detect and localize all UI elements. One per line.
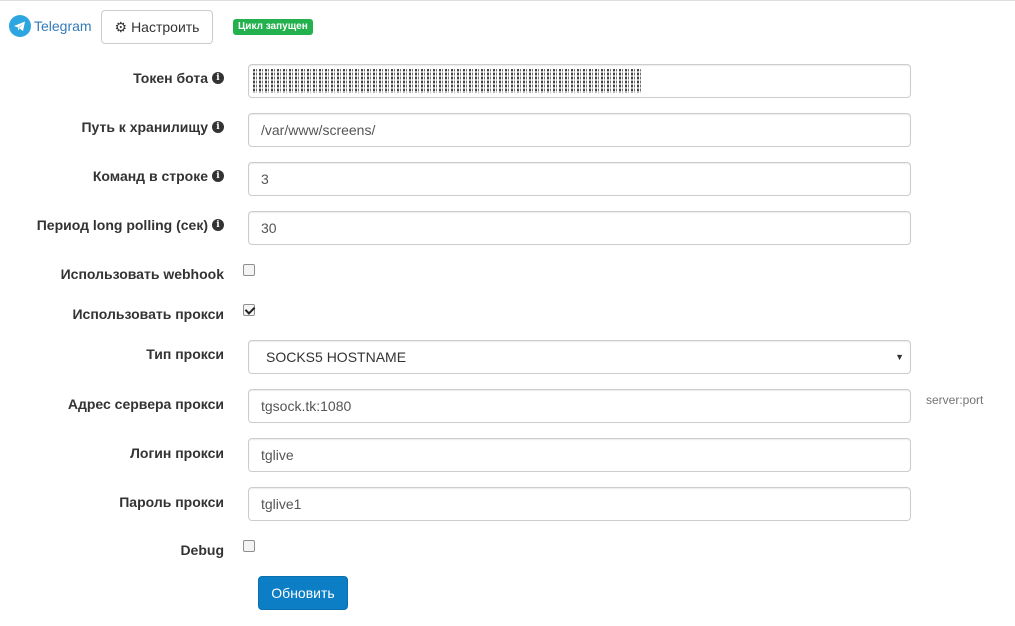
status-badge: Цикл запущен xyxy=(233,19,313,35)
info-icon[interactable]: i xyxy=(212,72,224,84)
proxy-login-input[interactable] xyxy=(248,438,911,472)
use-proxy-checkbox[interactable] xyxy=(243,304,255,316)
proxy-type-label: Тип прокси xyxy=(146,346,224,362)
token-label: Токен бота xyxy=(133,70,208,86)
proxy-login-label-row: Логин прокси xyxy=(130,445,224,461)
proxy-login-label: Логин прокси xyxy=(130,445,224,461)
proxy-address-label-row: Адрес сервера прокси xyxy=(68,396,224,412)
storage-path-label-row: Путь к хранилищу i xyxy=(81,119,224,135)
commands-per-row-input[interactable] xyxy=(248,162,911,196)
proxy-password-label-row: Пароль прокси xyxy=(119,494,224,510)
configure-label: Настроить xyxy=(131,19,200,35)
proxy-address-help: server:port xyxy=(926,393,984,407)
top-divider xyxy=(0,0,1015,1)
info-icon[interactable]: i xyxy=(212,170,224,182)
redacted-token-mark xyxy=(253,69,641,93)
proxy-type-value: SOCKS5 HOSTNAME xyxy=(266,349,407,365)
commands-per-row-label: Команд в строке xyxy=(92,168,208,184)
token-label-row: Токен бота i xyxy=(133,70,224,86)
telegram-logo-icon xyxy=(9,15,31,37)
proxy-type-label-row: Тип прокси xyxy=(146,346,224,362)
gear-icon: ⚙ xyxy=(114,19,128,35)
telegram-link[interactable]: Telegram xyxy=(9,15,92,37)
debug-label-row: Debug xyxy=(180,542,224,558)
proxy-type-select[interactable]: SOCKS5 HOSTNAME ▼ xyxy=(248,340,911,374)
storage-path-label: Путь к хранилищу xyxy=(81,119,208,135)
info-icon[interactable]: i xyxy=(212,121,224,133)
proxy-password-label: Пароль прокси xyxy=(119,494,224,510)
use-proxy-label-row: Использовать прокси xyxy=(72,306,224,322)
debug-label: Debug xyxy=(180,542,224,558)
use-webhook-label-row: Использовать webhook xyxy=(61,266,224,282)
caret-down-icon: ▼ xyxy=(895,352,904,362)
polling-period-input[interactable] xyxy=(248,211,911,245)
info-icon[interactable]: i xyxy=(212,219,224,231)
use-webhook-checkbox[interactable] xyxy=(243,264,255,276)
proxy-address-label: Адрес сервера прокси xyxy=(67,396,224,412)
use-proxy-label: Использовать прокси xyxy=(72,306,224,322)
use-webhook-label: Использовать webhook xyxy=(60,266,224,282)
polling-period-label-row: Период long polling (сек) i xyxy=(37,217,224,233)
debug-checkbox[interactable] xyxy=(243,540,255,552)
update-button[interactable]: Обновить xyxy=(258,576,348,610)
brand-label: Telegram xyxy=(34,18,92,34)
configure-button[interactable]: ⚙ Настроить xyxy=(101,10,213,44)
storage-path-input[interactable] xyxy=(248,113,911,147)
polling-period-label: Период long polling (сек) xyxy=(36,217,208,233)
commands-per-row-label-row: Команд в строке i xyxy=(93,168,224,184)
proxy-password-input[interactable] xyxy=(248,487,911,521)
proxy-address-input[interactable] xyxy=(248,389,911,423)
